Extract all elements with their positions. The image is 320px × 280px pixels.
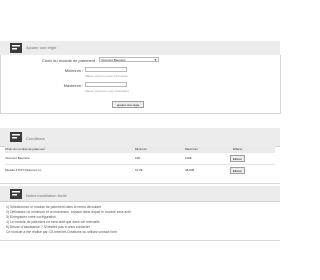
note-line: 4) Le module de paiement ne sera actif q… [6, 220, 100, 224]
notes-header: Notes installation facile [0, 186, 280, 202]
note-line: 5) Besoin d'assistance ? N'hésitez pas à… [6, 225, 90, 229]
notes-logo-icon [10, 189, 22, 199]
note-line: 1) Sélectionnez le module de paiement da… [6, 205, 101, 209]
row-module: Module 4TOO Paiement 1x [5, 168, 42, 172]
max-hint: Valeur maximum pour l'activation [85, 89, 129, 93]
divider [0, 240, 280, 241]
module-select[interactable]: Virement Bancaire ▼ [99, 57, 159, 62]
divider [0, 183, 280, 184]
note-line: 3) Enregistrez votre configuration [6, 215, 56, 219]
column-header: Minimum [135, 147, 148, 151]
min-colon: : [82, 68, 84, 73]
delete-button[interactable]: Effacer [230, 155, 245, 162]
note-line: Ce module a été réalisé par CS-Internet-… [6, 230, 118, 234]
chevron-down-icon: ▼ [154, 58, 157, 62]
conditions-table: Choix du module de paiement Minimum Maxi… [5, 146, 275, 178]
table-row: Virement Bancaire 10€ 100€ Effacer [5, 154, 275, 163]
column-header: Choix du module de paiement [5, 147, 45, 151]
table-header-row: Choix du module de paiement Minimum Maxi… [5, 146, 275, 153]
row-module: Virement Bancaire [5, 156, 30, 160]
notes-title: Notes installation facile [26, 193, 67, 198]
module-select-value: Virement Bancaire [101, 58, 126, 62]
conditions-title: Conditions [26, 136, 45, 141]
column-header: Maximum [185, 147, 199, 151]
row-min: 10€ [135, 156, 141, 160]
note-line: 2) Définissez un minimum et un maximum, … [6, 210, 131, 214]
delete-button[interactable]: Effacer [230, 167, 245, 174]
row-max: 100€ [185, 156, 192, 160]
min-input[interactable] [85, 67, 127, 72]
min-hint: Valeur minimum pour l'activation [85, 74, 129, 78]
notes-panel: 1) Sélectionnez le module de paiement da… [0, 202, 280, 238]
add-rule-title: Ajouter une règle [26, 45, 57, 50]
add-rule-header: Ajouter une règle [0, 41, 280, 56]
row-min: 10,2€ [135, 168, 143, 172]
conditions-logo-icon [10, 132, 22, 142]
row-max: 48,83€ [185, 168, 195, 172]
module-logo-icon [10, 43, 22, 53]
min-label: Minimum [64, 68, 81, 73]
max-input[interactable] [85, 82, 127, 87]
conditions-header: Conditions [0, 128, 280, 147]
max-label: Maximum [63, 83, 81, 88]
add-rule-button[interactable]: ajouter une règle [112, 101, 144, 108]
row-divider [5, 164, 275, 165]
max-colon: : [82, 83, 84, 88]
add-rule-panel: Choix du module de paiement Virement Ban… [0, 55, 281, 114]
table-row: Module 4TOO Paiement 1x 10,2€ 48,83€ Eff… [5, 166, 275, 175]
module-select-label: Choix du module de paiement [41, 58, 95, 63]
column-header: Effacer [233, 147, 243, 151]
